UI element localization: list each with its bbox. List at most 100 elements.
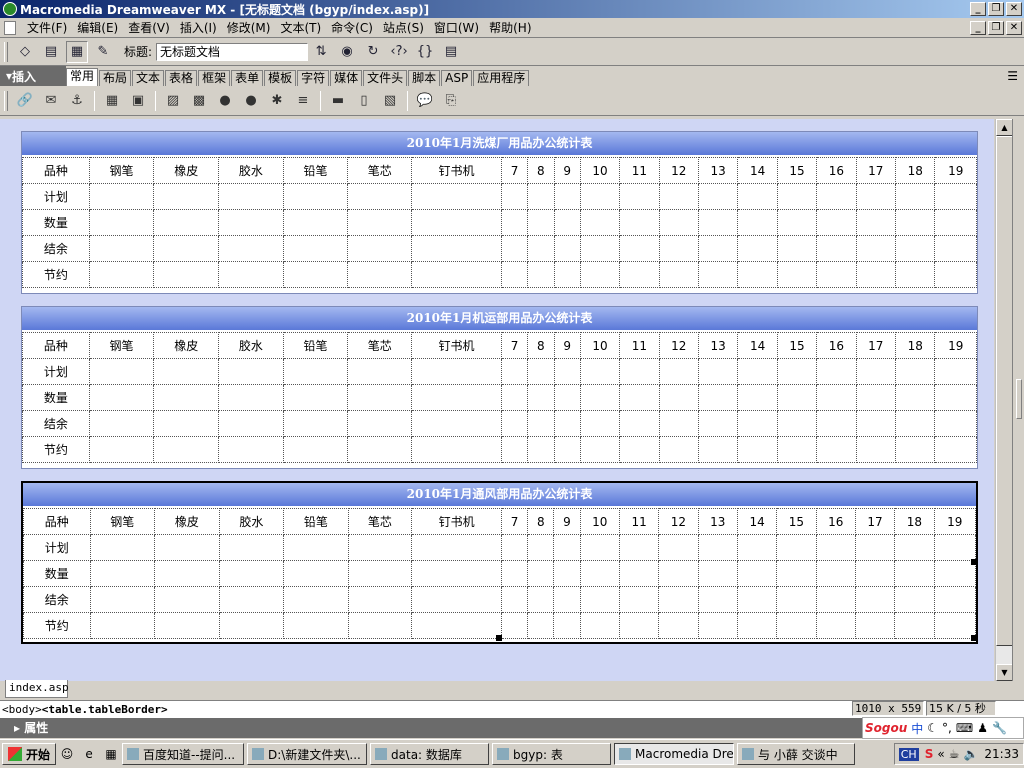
cell[interactable] (411, 358, 502, 385)
cell[interactable] (895, 183, 936, 210)
row-label[interactable]: 计划 (22, 358, 90, 385)
refresh-icon[interactable]: ↻ (362, 41, 384, 63)
header-cell[interactable]: 钢笔 (89, 508, 156, 535)
layer-icon[interactable]: ▣ (128, 91, 148, 111)
cell[interactable] (218, 358, 284, 385)
cell[interactable] (658, 261, 699, 288)
header-cell[interactable]: 18 (894, 508, 935, 535)
cell[interactable] (619, 209, 660, 236)
tab-frames[interactable]: 框架 (198, 70, 231, 86)
cell[interactable] (88, 358, 155, 385)
cell[interactable] (411, 235, 502, 262)
cell[interactable] (88, 261, 155, 288)
cell[interactable] (737, 358, 778, 385)
cell[interactable] (776, 384, 818, 411)
header-cell[interactable]: 品种 (23, 508, 91, 535)
cell[interactable] (895, 410, 936, 437)
header-cell[interactable]: 16 (816, 157, 857, 184)
cell[interactable] (816, 436, 857, 463)
header-cell[interactable]: 16 (816, 332, 857, 359)
cell[interactable] (579, 235, 621, 262)
cell[interactable] (527, 384, 555, 411)
cell[interactable] (737, 209, 778, 236)
cell[interactable] (553, 560, 581, 587)
keyboard-icon[interactable]: ⌨ (956, 721, 973, 735)
cell[interactable] (815, 534, 856, 561)
cell[interactable] (618, 612, 660, 639)
cell[interactable] (153, 183, 220, 210)
cell[interactable] (934, 261, 977, 288)
cell[interactable] (816, 235, 857, 262)
cell[interactable] (218, 436, 284, 463)
header-cell[interactable]: 15 (776, 332, 818, 359)
header-cell[interactable]: 13 (697, 157, 739, 184)
cell[interactable] (347, 358, 413, 385)
cell[interactable] (737, 183, 778, 210)
header-cell[interactable]: 钢笔 (88, 157, 155, 184)
cell[interactable] (500, 261, 529, 288)
header-cell[interactable]: 7 (500, 332, 529, 359)
header-cell[interactable]: 笔芯 (347, 332, 413, 359)
header-cell[interactable]: 10 (579, 332, 621, 359)
cell[interactable] (553, 358, 581, 385)
cell[interactable] (411, 209, 502, 236)
window-size-dropdown[interactable]: 1010 x 559 (852, 701, 924, 716)
doc-close-button[interactable]: ✕ (1006, 20, 1022, 35)
header-cell[interactable]: 钢笔 (88, 332, 155, 359)
header-cell[interactable]: 14 (737, 157, 778, 184)
cell[interactable] (553, 534, 581, 561)
header-cell[interactable]: 橡皮 (154, 508, 220, 535)
header-cell[interactable]: 7 (500, 157, 529, 184)
cell[interactable] (816, 209, 857, 236)
cell[interactable] (579, 534, 620, 561)
cell[interactable] (553, 183, 581, 210)
quicklaunch-messenger-icon[interactable]: ☺ (59, 746, 75, 762)
cell[interactable] (347, 183, 413, 210)
right-panel-collapsed[interactable] (1012, 119, 1024, 681)
cell[interactable] (282, 209, 349, 236)
comment-icon[interactable]: 💬 (415, 91, 435, 111)
header-cell[interactable]: 品种 (22, 332, 90, 359)
sogou-logo[interactable]: Sogou (865, 721, 907, 735)
cell[interactable] (553, 612, 581, 639)
cell[interactable] (658, 560, 699, 587)
stats-table-1[interactable]: 2010年1月洗煤厂用品办公统计表 品种 钢笔 橡皮 胶水 铅笔 笔芯 钉书机 … (21, 131, 978, 294)
cell[interactable] (697, 612, 738, 639)
cell[interactable] (553, 384, 581, 411)
cell[interactable] (527, 261, 555, 288)
cell[interactable] (500, 410, 529, 437)
cell[interactable] (894, 612, 935, 639)
insert-panel-label[interactable]: ▾ 插入 (0, 66, 66, 86)
cell[interactable] (411, 612, 502, 639)
menu-commands[interactable]: 命令(C) (326, 19, 378, 36)
cell[interactable] (658, 534, 699, 561)
resize-handle-corner[interactable] (971, 635, 977, 641)
volume-icon[interactable]: 🔈 (963, 747, 978, 761)
header-cell[interactable]: 9 (553, 157, 581, 184)
doc-minimize-button[interactable]: _ (970, 20, 986, 35)
cell[interactable] (854, 612, 896, 639)
cell[interactable] (553, 261, 581, 288)
cell[interactable] (933, 586, 977, 613)
stats-grid[interactable]: 品种 钢笔 橡皮 胶水 铅笔 笔芯 钉书机 7 8 9 10 11 12 13 … (22, 157, 977, 288)
resize-handle-right[interactable] (971, 559, 977, 565)
cell[interactable] (218, 209, 284, 236)
cell[interactable] (815, 560, 856, 587)
cell[interactable] (88, 235, 155, 262)
email-link-icon[interactable]: ✉ (41, 91, 61, 111)
header-cell[interactable]: 胶水 (218, 332, 284, 359)
image-placeholder-icon[interactable]: ▩ (189, 91, 209, 111)
resize-handle-bottom[interactable] (496, 635, 502, 641)
cell[interactable] (697, 261, 739, 288)
header-cell[interactable]: 8 (527, 157, 555, 184)
sogou-tray-icon[interactable]: S (925, 747, 934, 761)
cell[interactable] (88, 436, 155, 463)
cell[interactable] (776, 358, 818, 385)
header-cell[interactable]: 橡皮 (153, 157, 220, 184)
cell[interactable] (737, 384, 778, 411)
header-cell[interactable]: 品种 (22, 157, 90, 184)
cell[interactable] (153, 235, 220, 262)
quicklaunch-ie-icon[interactable]: e (81, 746, 97, 762)
cell[interactable] (218, 384, 284, 411)
cell[interactable] (411, 534, 502, 561)
